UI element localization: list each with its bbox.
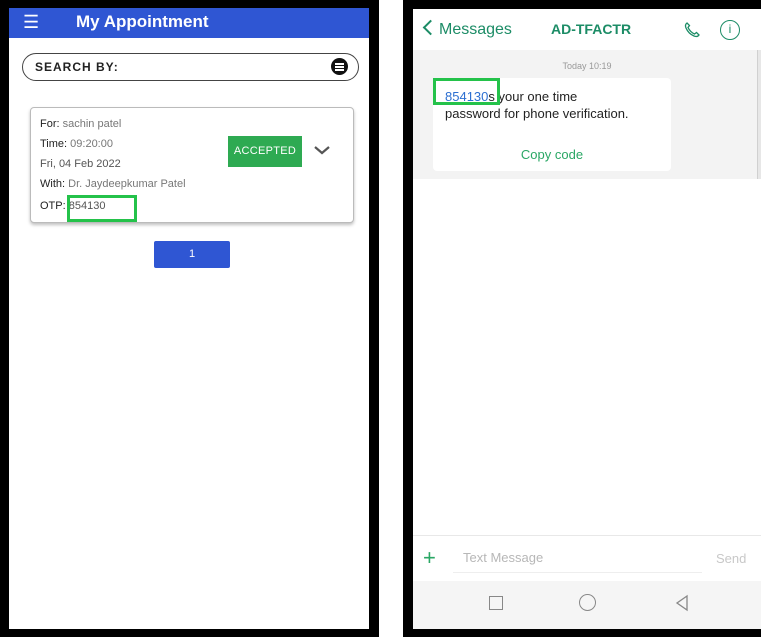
- info-icon[interactable]: i: [720, 20, 740, 40]
- time-value: 09:20:00: [70, 138, 113, 150]
- time-row: Time: 09:20:00: [40, 138, 113, 150]
- text-message-input[interactable]: Text Message: [453, 542, 702, 573]
- message-line-1-rest: s your one time: [488, 89, 578, 104]
- thread-edge: [757, 50, 761, 179]
- chevron-left-icon: [422, 19, 439, 36]
- with-row: With: Dr. Jaydeepkumar Patel: [40, 178, 186, 190]
- message-composer: + Text Message Send: [413, 535, 761, 582]
- with-value: Dr. Jaydeepkumar Patel: [68, 178, 186, 190]
- add-attachment-icon[interactable]: +: [423, 547, 436, 569]
- date-value: Fri, 04 Feb 2022: [40, 158, 121, 170]
- filter-icon[interactable]: [331, 58, 348, 75]
- otp-label: OTP:: [40, 200, 66, 212]
- otp-highlight-box: [67, 195, 137, 222]
- menu-icon[interactable]: ☰: [23, 12, 39, 32]
- pagination-page-button[interactable]: 1: [154, 241, 230, 268]
- message-timestamp: Today 10:19: [562, 61, 612, 71]
- message-header: Messages AD-TFACTR i: [413, 9, 761, 50]
- sender-name: AD-TFACTR: [551, 21, 632, 37]
- message-line-2: password for phone verification.: [445, 106, 629, 121]
- time-label: Time:: [40, 138, 68, 150]
- code-highlight-box: [433, 78, 500, 105]
- copy-code-button[interactable]: Copy code: [433, 147, 671, 162]
- messages-screen: Messages AD-TFACTR i Today 10:19 854130s…: [413, 9, 761, 629]
- text-message-placeholder: Text Message: [463, 550, 544, 565]
- search-by-field[interactable]: SEARCH BY:: [22, 53, 359, 81]
- page-title: My Appointment: [76, 12, 209, 31]
- with-label: With:: [40, 178, 66, 190]
- status-badge: ACCEPTED: [228, 136, 302, 167]
- recent-apps-icon[interactable]: [489, 596, 503, 610]
- chevron-down-icon[interactable]: [313, 141, 331, 159]
- send-button[interactable]: Send: [716, 551, 746, 566]
- date-row: Fri, 04 Feb 2022: [40, 158, 121, 170]
- phone-icon[interactable]: [683, 21, 701, 39]
- back-label: Messages: [439, 21, 512, 38]
- home-icon[interactable]: [579, 594, 596, 611]
- back-to-messages-button[interactable]: Messages: [422, 19, 512, 39]
- search-by-label: SEARCH BY:: [35, 60, 119, 74]
- system-nav-bar: [413, 581, 761, 629]
- for-row: For: sachin patel: [40, 118, 121, 130]
- for-value: sachin patel: [62, 118, 122, 130]
- left-phone-frame: ☰ My Appointment SEARCH BY: For: sachin …: [0, 0, 379, 637]
- message-thread: Today 10:19 854130s your one time passwo…: [413, 50, 761, 179]
- back-icon[interactable]: [673, 594, 691, 612]
- right-phone-frame: Messages AD-TFACTR i Today 10:19 854130s…: [403, 0, 761, 637]
- app-bar: ☰ My Appointment: [9, 8, 369, 38]
- for-label: For:: [40, 118, 60, 130]
- appointment-screen: ☰ My Appointment SEARCH BY: For: sachin …: [9, 8, 369, 629]
